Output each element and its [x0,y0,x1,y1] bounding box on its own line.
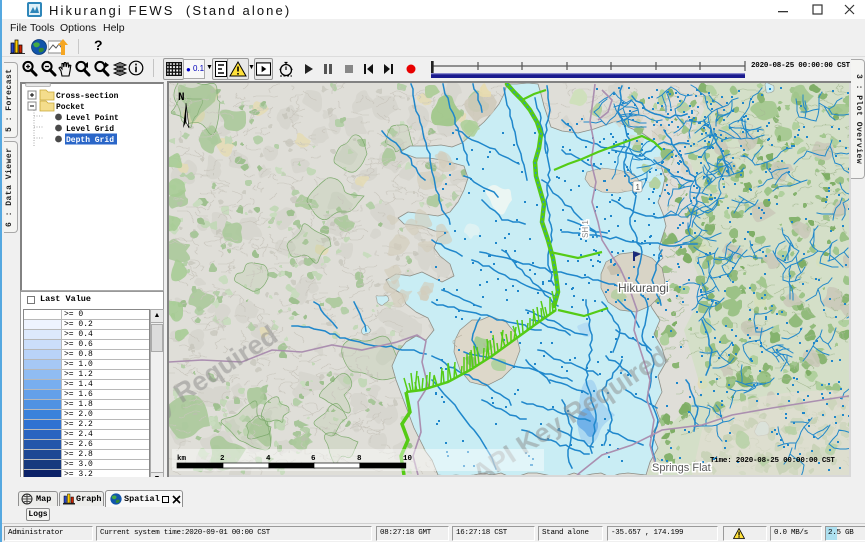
svg-text:8: 8 [357,455,362,463]
svg-text:Springs Flat: Springs Flat [652,462,711,474]
svg-text:1: 1 [636,183,641,192]
svg-text:Depth Grid: Depth Grid [66,136,114,145]
svg-text:Level Grid: Level Grid [66,125,114,134]
svg-text:Hikurangi: Hikurangi [618,281,669,295]
svg-text:2: 2 [220,455,225,463]
svg-text:Time: 2020-08-25 00:00:00 CST: Time: 2020-08-25 00:00:00 CST [710,457,835,465]
svg-text:N: N [178,92,185,104]
svg-text:6: 6 [311,455,316,463]
svg-text:4: 4 [266,455,271,463]
svg-text:km: km [177,455,187,463]
svg-text:10: 10 [403,455,413,463]
svg-text:Cross-section: Cross-section [56,92,119,101]
svg-text:Level Point: Level Point [66,114,119,123]
svg-text:Pocket: Pocket [56,103,85,112]
svg-text:SH 1: SH 1 [581,220,590,238]
